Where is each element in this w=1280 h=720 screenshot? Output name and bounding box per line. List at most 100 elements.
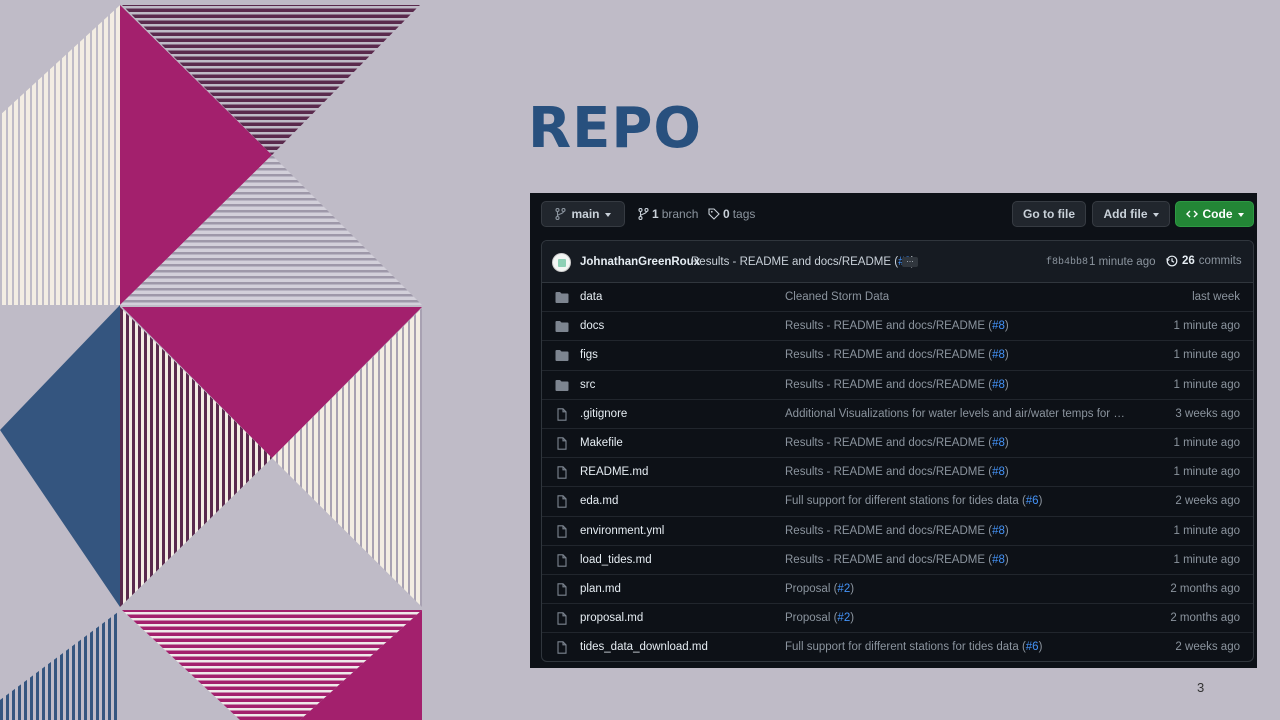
- commits-history-link[interactable]: 26 commits: [1166, 255, 1242, 267]
- file-commit-text: Results - README and docs/README (: [785, 524, 993, 537]
- tags-link[interactable]: 0 tags: [708, 207, 755, 221]
- file-icon: [555, 583, 569, 596]
- file-name-link[interactable]: .gitignore: [580, 408, 627, 420]
- file-row[interactable]: tides_data_download.md Full support for d…: [542, 633, 1253, 661]
- file-commit-message[interactable]: Results - README and docs/README (#8): [785, 320, 1009, 332]
- file-row[interactable]: .gitignore Additional Visualizations for …: [542, 400, 1253, 429]
- branch-select-button[interactable]: main: [541, 201, 625, 227]
- file-row[interactable]: README.md Results - README and docs/READM…: [542, 458, 1253, 488]
- file-name-link[interactable]: src: [580, 379, 595, 391]
- file-commit-message[interactable]: Proposal (#2): [785, 583, 854, 595]
- chevron-down-icon: [1152, 213, 1159, 217]
- file-icon: [555, 437, 569, 450]
- page-number: 3: [1197, 680, 1205, 695]
- commit-message[interactable]: Results - README and docs/README (#8): [691, 256, 915, 268]
- file-name-link[interactable]: plan.md: [580, 583, 621, 595]
- file-commit-message[interactable]: Cleaned Storm Data: [785, 291, 889, 303]
- file-row[interactable]: plan.md Proposal (#2) 2 months ago: [542, 575, 1253, 605]
- file-name-link[interactable]: environment.yml: [580, 525, 664, 537]
- commit-count: 26: [1182, 255, 1195, 267]
- file-commit-message[interactable]: Proposal (#2): [785, 612, 854, 624]
- file-commit-pr-link[interactable]: #2: [837, 612, 850, 624]
- add-file-button[interactable]: Add file: [1092, 201, 1170, 227]
- commit-count-word: commits: [1198, 255, 1242, 267]
- file-name-link[interactable]: data: [580, 291, 602, 303]
- file-commit-close: ): [1004, 553, 1009, 566]
- navy-triangle: [0, 305, 120, 607]
- tag-word: tags: [732, 207, 756, 221]
- file-row[interactable]: eda.md Full support for different station…: [542, 487, 1253, 517]
- add-file-label: Add file: [1103, 207, 1148, 221]
- branches-link[interactable]: 1 branch: [638, 207, 698, 221]
- expand-commit-button[interactable]: …: [902, 256, 918, 267]
- file-commit-pr-link[interactable]: #8: [992, 379, 1005, 391]
- file-row[interactable]: Makefile Results - README and docs/README…: [542, 429, 1253, 459]
- file-commit-text: Cleaned Storm Data: [785, 291, 890, 303]
- file-name-link[interactable]: load_tides.md: [580, 554, 652, 566]
- file-name-link[interactable]: docs: [580, 320, 604, 332]
- file-commit-message[interactable]: Full support for different stations for …: [785, 495, 1042, 507]
- file-row[interactable]: load_tides.md Results - README and docs/R…: [542, 546, 1253, 575]
- file-commit-message[interactable]: Full support for different stations for …: [785, 641, 1042, 653]
- file-commit-close: ): [1004, 320, 1009, 333]
- code-icon: [1185, 210, 1198, 218]
- file-commit-pr-link[interactable]: #8: [992, 466, 1005, 478]
- latest-commit-bar: JohnathanGreenRoux Results - README and …: [542, 241, 1253, 283]
- avatar[interactable]: [552, 253, 571, 272]
- file-name-link[interactable]: figs: [580, 349, 598, 361]
- file-commit-text: Additional Visualizations for water leve…: [785, 407, 1130, 420]
- file-commit-text: Proposal (: [785, 612, 838, 625]
- file-name-link[interactable]: tides_data_download.md: [580, 641, 708, 653]
- file-commit-pr-link[interactable]: #8: [992, 554, 1005, 566]
- file-icon: [555, 612, 569, 625]
- file-age: 2 weeks ago: [1175, 641, 1240, 654]
- file-commit-pr-link[interactable]: #2: [837, 583, 850, 595]
- file-name-link[interactable]: README.md: [580, 466, 648, 478]
- file-row[interactable]: figs Results - README and docs/README (#8…: [542, 341, 1253, 371]
- file-commit-pr-link[interactable]: #6: [1026, 641, 1039, 653]
- chevron-down-icon: [604, 213, 611, 217]
- file-commit-pr-link[interactable]: #8: [992, 349, 1005, 361]
- file-row[interactable]: docs Results - README and docs/README (#8…: [542, 312, 1253, 342]
- file-row[interactable]: proposal.md Proposal (#2) 2 months ago: [542, 604, 1253, 634]
- file-name-link[interactable]: Makefile: [580, 437, 623, 449]
- file-commit-pr-link[interactable]: #8: [992, 320, 1005, 332]
- file-commit-message[interactable]: Results - README and docs/README (#8): [785, 525, 1009, 537]
- folder-icon: [555, 291, 569, 304]
- file-row[interactable]: environment.yml Results - README and docs…: [542, 517, 1253, 546]
- file-row[interactable]: data Cleaned Storm Data last week: [542, 283, 1253, 313]
- file-commit-message[interactable]: Results - README and docs/README (#8): [785, 379, 1009, 391]
- git-branch-icon: [638, 208, 649, 220]
- commit-sha[interactable]: f8b4bb8: [1046, 257, 1088, 268]
- file-commit-message[interactable]: Results - README and docs/README (#8): [785, 466, 1009, 478]
- file-commit-text: Results - README and docs/README (: [785, 436, 993, 449]
- file-commit-message[interactable]: Results - README and docs/README (#8): [785, 349, 1009, 361]
- file-row[interactable]: src Results - README and docs/README (#8)…: [542, 371, 1253, 400]
- file-icon: [555, 553, 569, 567]
- file-commit-text: Results - README and docs/README (: [785, 320, 993, 333]
- commit-author[interactable]: JohnathanGreenRoux: [580, 256, 700, 268]
- file-commit-message[interactable]: Results - README and docs/README (#8): [785, 437, 1009, 449]
- file-age: 2 weeks ago: [1175, 495, 1240, 508]
- repo-screenshot: main 1 branch 0 tags Go to file Add file…: [530, 193, 1257, 668]
- file-name-link[interactable]: eda.md: [580, 495, 618, 507]
- file-commit-message[interactable]: Results - README and docs/README (#8): [785, 554, 1009, 566]
- file-commit-message[interactable]: Additional Visualizations for water leve…: [785, 408, 1130, 420]
- file-name-link[interactable]: proposal.md: [580, 612, 643, 624]
- file-commit-text: Full support for different stations for …: [785, 495, 1026, 508]
- file-commit-pr-link[interactable]: #8: [992, 525, 1005, 537]
- code-button[interactable]: Code: [1175, 201, 1254, 227]
- file-commit-close: ): [1004, 524, 1009, 537]
- tag-icon: [708, 208, 720, 220]
- chevron-down-icon: [1237, 213, 1244, 217]
- file-commit-text: Results - README and docs/README (: [785, 466, 993, 479]
- file-age: 1 minute ago: [1173, 553, 1241, 566]
- go-to-file-button[interactable]: Go to file: [1012, 201, 1086, 227]
- file-icon: [555, 641, 569, 654]
- file-commit-pr-link[interactable]: #6: [1026, 495, 1039, 507]
- file-commit-pr-link[interactable]: #8: [992, 437, 1005, 449]
- file-age: 2 months ago: [1170, 612, 1240, 625]
- file-browser: JohnathanGreenRoux Results - README and …: [541, 240, 1254, 662]
- branch-count: 1: [652, 207, 659, 221]
- file-age: 1 minute ago: [1173, 466, 1241, 479]
